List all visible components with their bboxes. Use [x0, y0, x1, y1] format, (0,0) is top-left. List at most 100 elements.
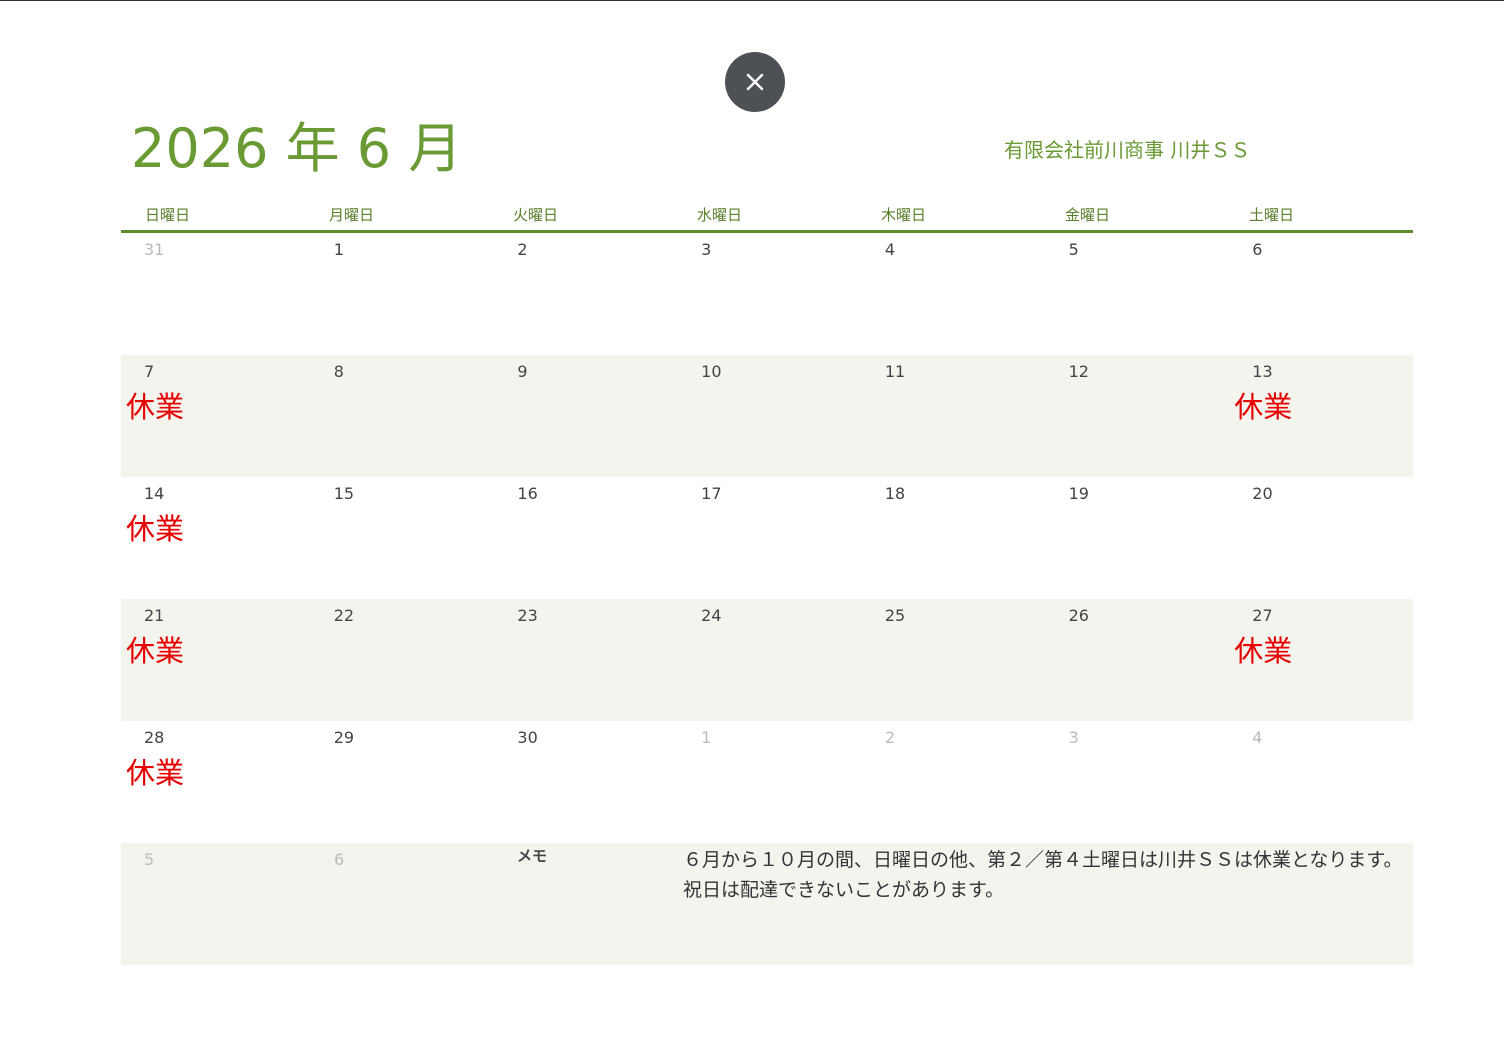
day-cell[interactable]: 28 休業: [121, 721, 311, 843]
day-number: 1: [701, 728, 712, 747]
day-number: 6: [1252, 240, 1263, 259]
day-number: 13: [1252, 362, 1273, 381]
memo-label: メモ: [517, 847, 548, 865]
day-cell[interactable]: 16: [494, 477, 678, 599]
day-number: 3: [1068, 728, 1079, 747]
day-cell[interactable]: 7 休業: [121, 355, 311, 477]
day-cell[interactable]: 5: [121, 843, 311, 965]
close-button[interactable]: [725, 52, 785, 112]
day-cell[interactable]: 19: [1046, 477, 1230, 599]
day-cell[interactable]: 17: [678, 477, 862, 599]
day-number: 26: [1068, 606, 1089, 625]
weekday-saturday: 土曜日: [1249, 206, 1295, 224]
calendar-week-memo: 5 6 メモ ６月から１０月の間、日曜日の他、第２／第４土曜日は川井ＳＳは休業と…: [121, 843, 1413, 965]
day-number: 4: [884, 240, 896, 259]
closed-label: 休業: [1234, 634, 1293, 668]
day-cell[interactable]: 29: [311, 721, 495, 843]
day-cell[interactable]: 9: [494, 355, 678, 477]
calendar: 日曜日 月曜日 火曜日 水曜日 木曜日 金曜日 土曜日 31 1 2 3 4 5 6 7 休業 8…: [121, 196, 1413, 965]
day-cell[interactable]: 12: [1046, 355, 1230, 477]
day-cell[interactable]: 27 休業: [1229, 599, 1413, 721]
weekday-monday: 月曜日: [329, 206, 375, 224]
day-number: 17: [701, 484, 722, 503]
day-number: 28: [144, 728, 165, 747]
weekday-friday: 金曜日: [1065, 206, 1111, 224]
day-cell[interactable]: 24: [678, 599, 862, 721]
day-number: 6: [334, 850, 345, 869]
day-number: 5: [1068, 240, 1079, 259]
day-cell[interactable]: 23: [494, 599, 678, 721]
day-cell[interactable]: 25: [862, 599, 1046, 721]
memo-text: ６月から１０月の間、日曜日の他、第２／第４土曜日は川井ＳＳは休業となります。 祝…: [683, 845, 1413, 905]
day-cell[interactable]: 21 休業: [121, 599, 311, 721]
day-number: 14: [144, 484, 165, 503]
day-number: 1: [333, 240, 344, 259]
calendar-week: 7 休業 8 9 10 11 12 13 休業: [121, 355, 1413, 477]
day-cell[interactable]: 26: [1046, 599, 1230, 721]
day-cell[interactable]: 15: [311, 477, 495, 599]
day-number: 22: [333, 606, 355, 625]
closed-label: 休業: [126, 390, 185, 424]
day-cell[interactable]: 22: [311, 599, 495, 721]
weekday-tuesday: 火曜日: [513, 206, 559, 224]
day-number: 2: [517, 240, 528, 259]
weekday-wednesday: 水曜日: [697, 206, 743, 224]
day-number: 8: [333, 362, 344, 381]
day-cell[interactable]: 2: [494, 233, 678, 355]
day-cell[interactable]: 14 休業: [121, 477, 311, 599]
calendar-weeks: 31 1 2 3 4 5 6 7 休業 8 9 10 11 12 13 休業 14 休業 15 16 17 18 19 20 2…: [121, 233, 1413, 843]
day-number: 21: [144, 606, 165, 625]
day-cell[interactable]: 1: [678, 721, 862, 843]
memo-line: ６月から１０月の間、日曜日の他、第２／第４土曜日は川井ＳＳは休業となります。: [683, 849, 1403, 871]
day-number: 20: [1252, 484, 1273, 503]
day-number: 4: [1252, 728, 1263, 747]
day-cell[interactable]: 20: [1229, 477, 1413, 599]
day-cell[interactable]: 4: [1229, 721, 1413, 843]
calendar-week: 14 休業 15 16 17 18 19 20: [121, 477, 1413, 599]
day-number: 29: [333, 728, 355, 747]
day-number: 25: [884, 606, 906, 625]
day-cell[interactable]: 8: [311, 355, 495, 477]
day-number: 30: [517, 728, 538, 747]
closed-label: 休業: [126, 512, 185, 546]
day-cell[interactable]: 4: [862, 233, 1046, 355]
day-cell[interactable]: 10: [678, 355, 862, 477]
weekday-header: 日曜日 月曜日 火曜日 水曜日 木曜日 金曜日 土曜日: [121, 196, 1413, 233]
calendar-week: 21 休業 22 23 24 25 26 27 休業: [121, 599, 1413, 721]
day-cell[interactable]: 11: [862, 355, 1046, 477]
day-cell[interactable]: 1: [311, 233, 495, 355]
day-number: 16: [517, 484, 538, 503]
day-cell[interactable]: 18: [862, 477, 1046, 599]
day-cell[interactable]: 5: [1046, 233, 1230, 355]
memo-line: 祝日は配達できないことがあります。: [683, 879, 1005, 901]
closed-label: 休業: [1234, 390, 1293, 424]
day-number: 15: [333, 484, 355, 503]
day-number: 27: [1252, 606, 1273, 625]
day-number: 11: [884, 362, 906, 381]
day-cell[interactable]: 30: [494, 721, 678, 843]
day-number: 31: [144, 240, 165, 259]
month-title: 2026 年 6 月: [131, 117, 463, 180]
day-number: 9: [517, 362, 528, 381]
company-name: 有限会社前川商事 川井ＳＳ: [1004, 138, 1251, 162]
day-number: 12: [1068, 362, 1089, 381]
weekday-sunday: 日曜日: [145, 206, 191, 224]
day-cell[interactable]: 2: [862, 721, 1046, 843]
day-cell[interactable]: 6: [311, 843, 495, 965]
day-cell[interactable]: 31: [121, 233, 311, 355]
day-number: 2: [884, 728, 896, 747]
day-cell[interactable]: 3: [1046, 721, 1230, 843]
day-number: 19: [1068, 484, 1089, 503]
day-number: 18: [884, 484, 906, 503]
day-number: 7: [144, 362, 155, 381]
calendar-week: 28 休業 29 30 1 2 3 4: [121, 721, 1413, 843]
calendar-week: 31 1 2 3 4 5 6: [121, 233, 1413, 355]
day-cell[interactable]: 13 休業: [1229, 355, 1413, 477]
day-number: 5: [144, 850, 155, 869]
top-border: [0, 0, 1504, 1]
weekday-thursday: 木曜日: [881, 206, 927, 224]
day-cell[interactable]: 6: [1229, 233, 1413, 355]
closed-label: 休業: [126, 756, 185, 790]
day-cell[interactable]: 3: [678, 233, 862, 355]
day-number: 24: [701, 606, 722, 625]
